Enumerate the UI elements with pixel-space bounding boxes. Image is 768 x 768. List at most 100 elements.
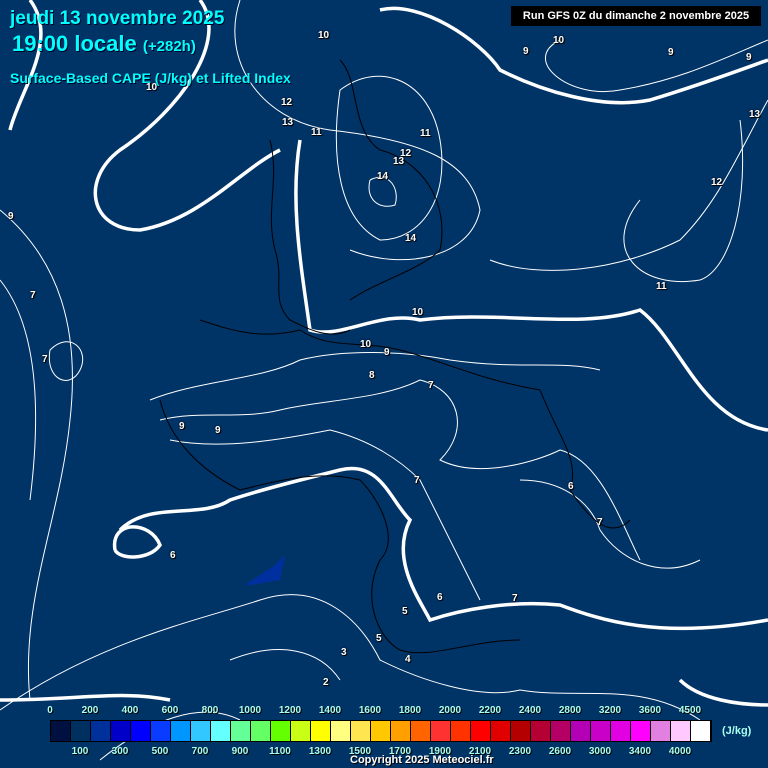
- color-swatch: [131, 721, 151, 741]
- contour-label: 10: [146, 82, 158, 93]
- color-swatch: [151, 721, 171, 741]
- contour-label: 6: [437, 592, 443, 603]
- contour-label: 9: [179, 421, 185, 432]
- legend-label-top: 2800: [558, 705, 582, 716]
- lifted-index-contours: [0, 0, 768, 761]
- color-swatch: [191, 721, 211, 741]
- legend-label-top: 4500: [678, 705, 702, 716]
- legend-label-top: 2200: [478, 705, 502, 716]
- contour-label: 7: [42, 354, 48, 365]
- legend-label-bottom: 100: [71, 746, 89, 757]
- color-swatch: [351, 721, 371, 741]
- run-info: Run GFS 0Z du dimanche 2 novembre 2025: [511, 6, 761, 26]
- color-swatch: [231, 721, 251, 741]
- legend-label-top: 800: [201, 705, 219, 716]
- color-swatch: [331, 721, 351, 741]
- legend-label-top: 1200: [278, 705, 302, 716]
- contour-label: 7: [30, 290, 36, 301]
- legend-label-top: 2000: [438, 705, 462, 716]
- contour-label: 5: [376, 633, 382, 644]
- contour-label: 8: [369, 370, 375, 381]
- forecast-date: jeudi 13 novembre 2025: [10, 8, 225, 29]
- color-swatch: [251, 721, 271, 741]
- color-swatch: [171, 721, 191, 741]
- contour-label: 13: [749, 109, 761, 120]
- color-swatch: [71, 721, 91, 741]
- color-swatch: [511, 721, 531, 741]
- legend-label-top: 1600: [358, 705, 382, 716]
- legend-label-bottom: 300: [111, 746, 129, 757]
- contour-label: 6: [170, 550, 176, 561]
- contour-label: 7: [512, 593, 518, 604]
- legend-label-top: 2400: [518, 705, 542, 716]
- contour-label: 7: [414, 475, 420, 486]
- color-swatch: [51, 721, 71, 741]
- color-swatch: [211, 721, 231, 741]
- contour-label: 9: [384, 347, 390, 358]
- contour-label: 9: [8, 211, 14, 222]
- legend-label-bottom: 700: [191, 746, 209, 757]
- cape-area-100: [245, 555, 285, 585]
- color-swatch: [91, 721, 111, 741]
- color-swatch: [651, 721, 671, 741]
- color-swatch: [491, 721, 511, 741]
- copyright: Copyright 2025 Meteociel.fr: [350, 754, 494, 766]
- contour-label: 2: [323, 677, 329, 688]
- contour-label: 11: [656, 281, 667, 292]
- color-scale: [50, 720, 712, 742]
- color-swatch: [591, 721, 611, 741]
- contour-label: 14: [405, 233, 417, 244]
- contour-label: 11: [311, 127, 322, 138]
- legend-label-top: 1800: [398, 705, 422, 716]
- color-swatch: [111, 721, 131, 741]
- legend-unit: (J/kg): [722, 725, 752, 737]
- color-swatch: [291, 721, 311, 741]
- legend-label-top: 0: [47, 705, 53, 716]
- cape-map: [0, 0, 768, 761]
- legend-label-bottom: 3000: [588, 746, 612, 757]
- contour-label: 13: [393, 156, 405, 167]
- legend-label-bottom: 500: [151, 746, 169, 757]
- color-swatch: [631, 721, 651, 741]
- contour-label: 10: [318, 30, 330, 41]
- forecast-time: 19:00 locale (+282h): [12, 31, 196, 57]
- color-swatch: [671, 721, 691, 741]
- legend-label-bottom: 3400: [628, 746, 652, 757]
- color-swatch: [551, 721, 571, 741]
- legend-label-bottom: 1300: [308, 746, 332, 757]
- coastlines: [159, 59, 631, 654]
- color-swatch: [451, 721, 471, 741]
- legend-label-top: 1000: [238, 705, 262, 716]
- legend-label-top: 3200: [598, 705, 622, 716]
- contour-label: 11: [420, 128, 431, 139]
- contour-label: 9: [746, 52, 752, 63]
- legend-label-bottom: 1100: [269, 746, 291, 757]
- legend-label-top: 200: [81, 705, 99, 716]
- lead-time: (+282h): [142, 38, 196, 55]
- contour-label: 7: [597, 517, 603, 528]
- color-swatch: [431, 721, 451, 741]
- color-swatch: [371, 721, 391, 741]
- color-swatch: [411, 721, 431, 741]
- contour-label: 10: [553, 35, 565, 46]
- contour-label: 12: [711, 177, 723, 188]
- contour-label: 5: [402, 606, 408, 617]
- color-swatch: [531, 721, 551, 741]
- contour-label: 13: [282, 117, 294, 128]
- legend-label-bottom: 900: [231, 746, 249, 757]
- color-swatch: [471, 721, 491, 741]
- contour-label: 10: [360, 339, 372, 350]
- contour-label: 9: [523, 46, 529, 57]
- color-swatch: [391, 721, 411, 741]
- color-swatch: [571, 721, 591, 741]
- legend-label-top: 1400: [318, 705, 342, 716]
- color-swatch: [611, 721, 631, 741]
- color-swatch: [271, 721, 291, 741]
- legend-label-bottom: 2600: [548, 746, 572, 757]
- contour-label: 9: [668, 47, 674, 58]
- contour-label: 6: [568, 481, 574, 492]
- contour-label: 14: [377, 171, 389, 182]
- contour-label: 3: [341, 647, 347, 658]
- contour-label: 9: [215, 425, 221, 436]
- legend-label-bottom: 4000: [668, 746, 692, 757]
